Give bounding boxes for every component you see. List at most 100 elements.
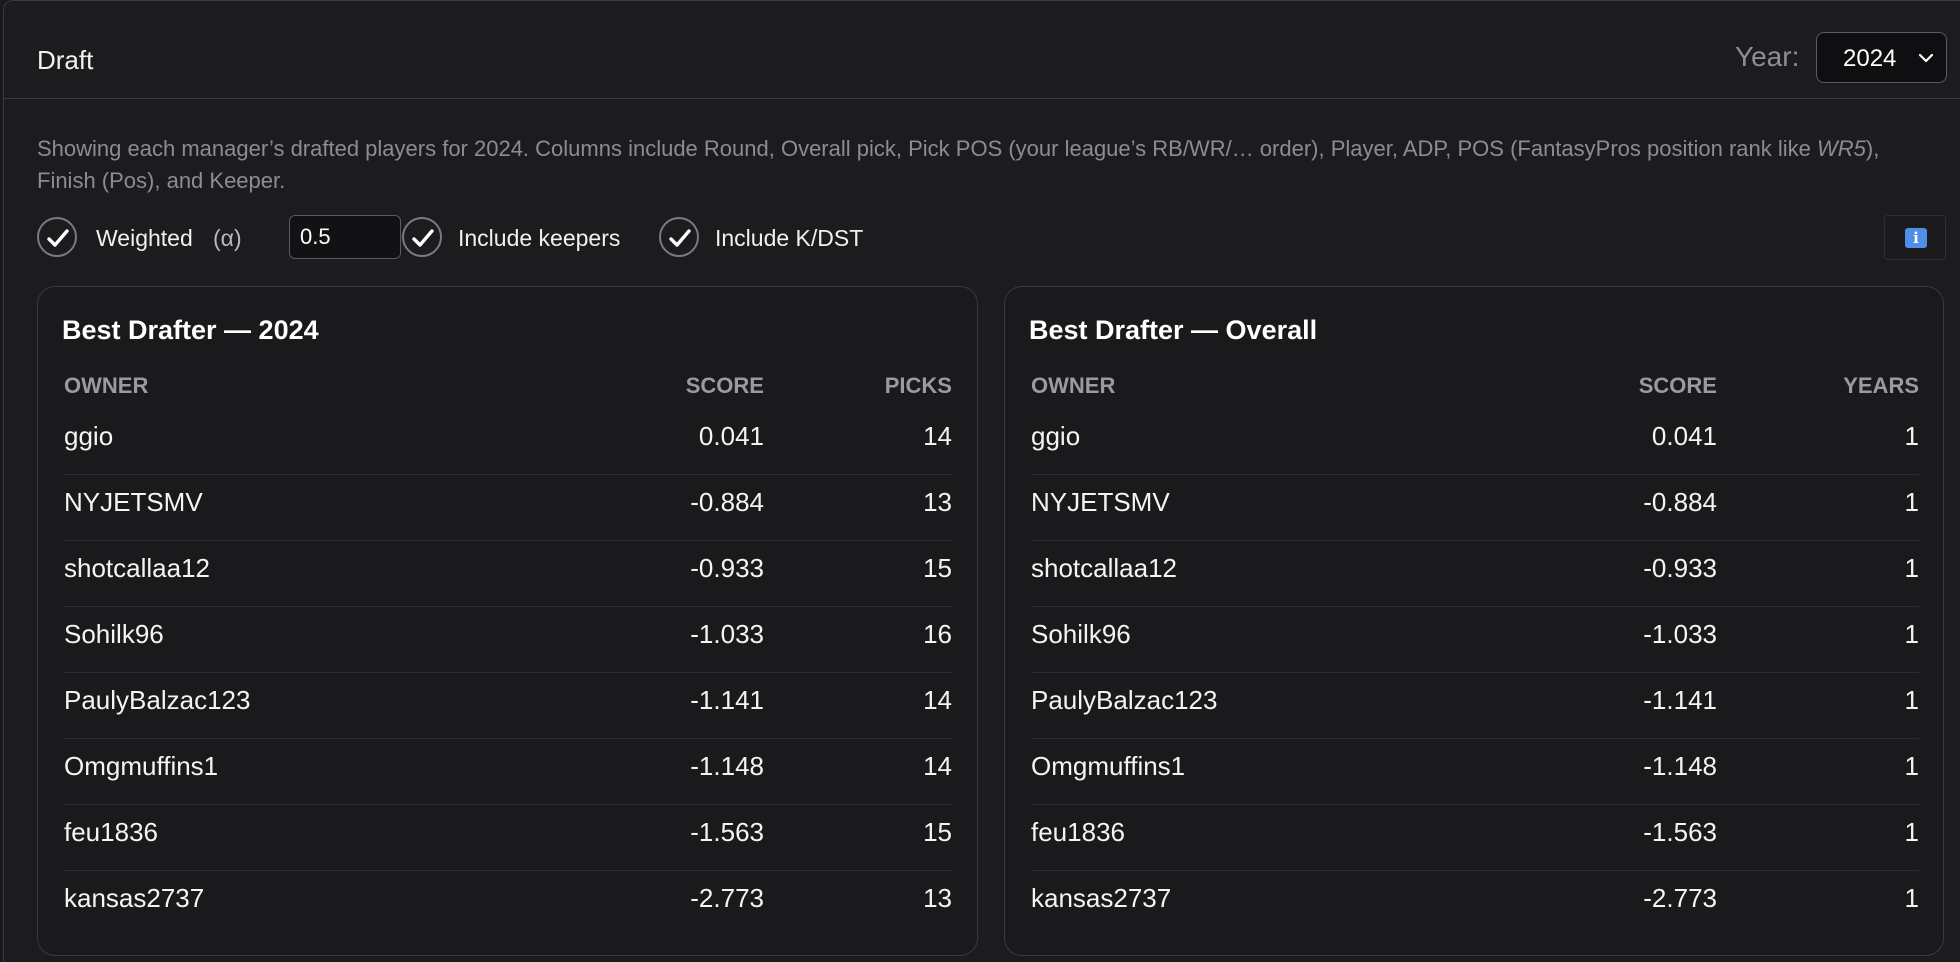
chevron-down-icon xyxy=(1918,53,1934,63)
score-cell: -1.141 xyxy=(690,685,764,715)
checkmark-icon xyxy=(47,229,69,247)
kdst-option: Include K/DST xyxy=(659,215,889,259)
table-row: Omgmuffins1 -1.148 14 xyxy=(64,739,952,805)
column-header-score: SCORE xyxy=(1638,373,1717,398)
count-cell: 1 xyxy=(1904,553,1919,583)
count-cell: 14 xyxy=(923,685,952,715)
keepers-option: Include keepers xyxy=(402,215,642,259)
score-cell: -2.773 xyxy=(690,883,764,913)
score-cell: -0.933 xyxy=(690,553,764,583)
card-title: Best Drafter — Overall xyxy=(1029,315,1318,345)
owner-cell: shotcallaa12 xyxy=(64,553,210,583)
kdst-checkbox[interactable] xyxy=(659,217,699,257)
table-row: NYJETSMV -0.884 1 xyxy=(1031,475,1919,541)
table-header: OWNER SCORE PICKS xyxy=(64,373,952,413)
owner-cell: Omgmuffins1 xyxy=(64,751,219,781)
owner-cell: feu1836 xyxy=(64,817,158,847)
owner-cell: Sohilk96 xyxy=(1031,619,1131,649)
table-row: PaulyBalzac123 -1.141 14 xyxy=(64,673,952,739)
owner-cell: Omgmuffins1 xyxy=(1031,751,1186,781)
count-cell: 1 xyxy=(1904,619,1919,649)
owner-cell: feu1836 xyxy=(1031,817,1125,847)
count-cell: 15 xyxy=(923,553,952,583)
count-cell: 1 xyxy=(1904,751,1919,781)
keepers-checkbox[interactable] xyxy=(402,217,442,257)
owner-cell: shotcallaa12 xyxy=(1031,553,1177,583)
panel-header: Draft Year: 2024 xyxy=(4,1,1960,99)
card-title: Best Drafter — 2024 xyxy=(62,315,319,345)
table-row: kansas2737 -2.773 1 xyxy=(1031,871,1919,937)
count-cell: 15 xyxy=(923,817,952,847)
score-cell: 0.041 xyxy=(1651,421,1717,451)
owner-cell: Sohilk96 xyxy=(64,619,164,649)
count-cell: 16 xyxy=(923,619,952,649)
info-button[interactable]: i xyxy=(1884,215,1946,260)
owner-cell: NYJETSMV xyxy=(64,487,203,517)
overall-table-body: ggio 0.041 1 NYJETSMV -0.884 1 shotcallaa12 -0.… xyxy=(1031,409,1919,937)
checkmark-icon xyxy=(669,229,691,247)
table-row: feu1836 -1.563 15 xyxy=(64,805,952,871)
score-cell: -1.033 xyxy=(1643,619,1717,649)
table-row: Omgmuffins1 -1.148 1 xyxy=(1031,739,1919,805)
score-cell: -0.884 xyxy=(1643,487,1717,517)
kdst-label: Include K/DST xyxy=(715,225,864,251)
count-cell: 1 xyxy=(1904,685,1919,715)
owner-cell: kansas2737 xyxy=(1031,883,1172,913)
owner-cell: kansas2737 xyxy=(64,883,205,913)
weighted-checkbox[interactable] xyxy=(37,217,77,257)
owner-cell: ggio xyxy=(1031,421,1081,451)
count-cell: 13 xyxy=(923,883,952,913)
owner-cell: PaulyBalzac123 xyxy=(1031,685,1218,715)
season-table-body: ggio 0.041 14 NYJETSMV -0.884 13 shotcallaa12 -… xyxy=(64,409,952,937)
owner-cell: ggio xyxy=(64,421,114,451)
score-cell: -1.033 xyxy=(690,619,764,649)
table-header: OWNER SCORE YEARS xyxy=(1031,373,1919,413)
count-cell: 14 xyxy=(923,751,952,781)
score-cell: 0.041 xyxy=(698,421,764,451)
best-drafter-season-card: Best Drafter — 2024 OWNER SCORE PICKS gg… xyxy=(37,286,978,956)
draft-panel: Draft Year: 2024 Showing each manager’s … xyxy=(3,0,1960,962)
keepers-label: Include keepers xyxy=(458,225,621,251)
table-row: shotcallaa12 -0.933 1 xyxy=(1031,541,1919,607)
score-cell: -1.148 xyxy=(690,751,764,781)
table-row: ggio 0.041 14 xyxy=(64,409,952,475)
best-drafter-overall-card: Best Drafter — Overall OWNER SCORE YEARS… xyxy=(1004,286,1944,956)
score-cell: -1.563 xyxy=(690,817,764,847)
alpha-label: (α) xyxy=(213,225,242,251)
owner-cell: PaulyBalzac123 xyxy=(64,685,251,715)
score-cell: -2.773 xyxy=(1643,883,1717,913)
table-row: PaulyBalzac123 -1.141 1 xyxy=(1031,673,1919,739)
description-text: Showing each manager’s drafted players f… xyxy=(37,136,1817,161)
table-row: Sohilk96 -1.033 16 xyxy=(64,607,952,673)
column-header-picks: PICKS xyxy=(884,373,952,398)
count-cell: 1 xyxy=(1904,883,1919,913)
alpha-input[interactable] xyxy=(289,215,401,259)
column-header-owner: OWNER xyxy=(1031,373,1116,398)
count-cell: 13 xyxy=(923,487,952,517)
table-row: NYJETSMV -0.884 13 xyxy=(64,475,952,541)
year-select[interactable]: 2024 xyxy=(1816,32,1947,83)
score-cell: -1.148 xyxy=(1643,751,1717,781)
count-cell: 1 xyxy=(1904,487,1919,517)
owner-cell: NYJETSMV xyxy=(1031,487,1170,517)
score-cell: -0.933 xyxy=(1643,553,1717,583)
count-cell: 1 xyxy=(1904,421,1919,451)
table-row: Sohilk96 -1.033 1 xyxy=(1031,607,1919,673)
page-title: Draft xyxy=(37,45,94,75)
year-select-value: 2024 xyxy=(1843,45,1897,72)
weighted-option: Weighted (α) xyxy=(37,215,401,259)
score-cell: -1.563 xyxy=(1643,817,1717,847)
column-header-years: YEARS xyxy=(1843,373,1919,398)
description: Showing each manager’s drafted players f… xyxy=(37,133,1942,197)
info-icon: i xyxy=(1905,228,1927,248)
year-label: Year: xyxy=(1735,41,1800,72)
score-cell: -1.141 xyxy=(1643,685,1717,715)
count-cell: 1 xyxy=(1904,817,1919,847)
weighted-label: Weighted xyxy=(96,225,193,251)
checkmark-icon xyxy=(412,229,434,247)
column-header-owner: OWNER xyxy=(64,373,149,398)
score-cell: -0.884 xyxy=(690,487,764,517)
count-cell: 14 xyxy=(923,421,952,451)
table-row: shotcallaa12 -0.933 15 xyxy=(64,541,952,607)
description-example: WR5 xyxy=(1816,136,1866,161)
